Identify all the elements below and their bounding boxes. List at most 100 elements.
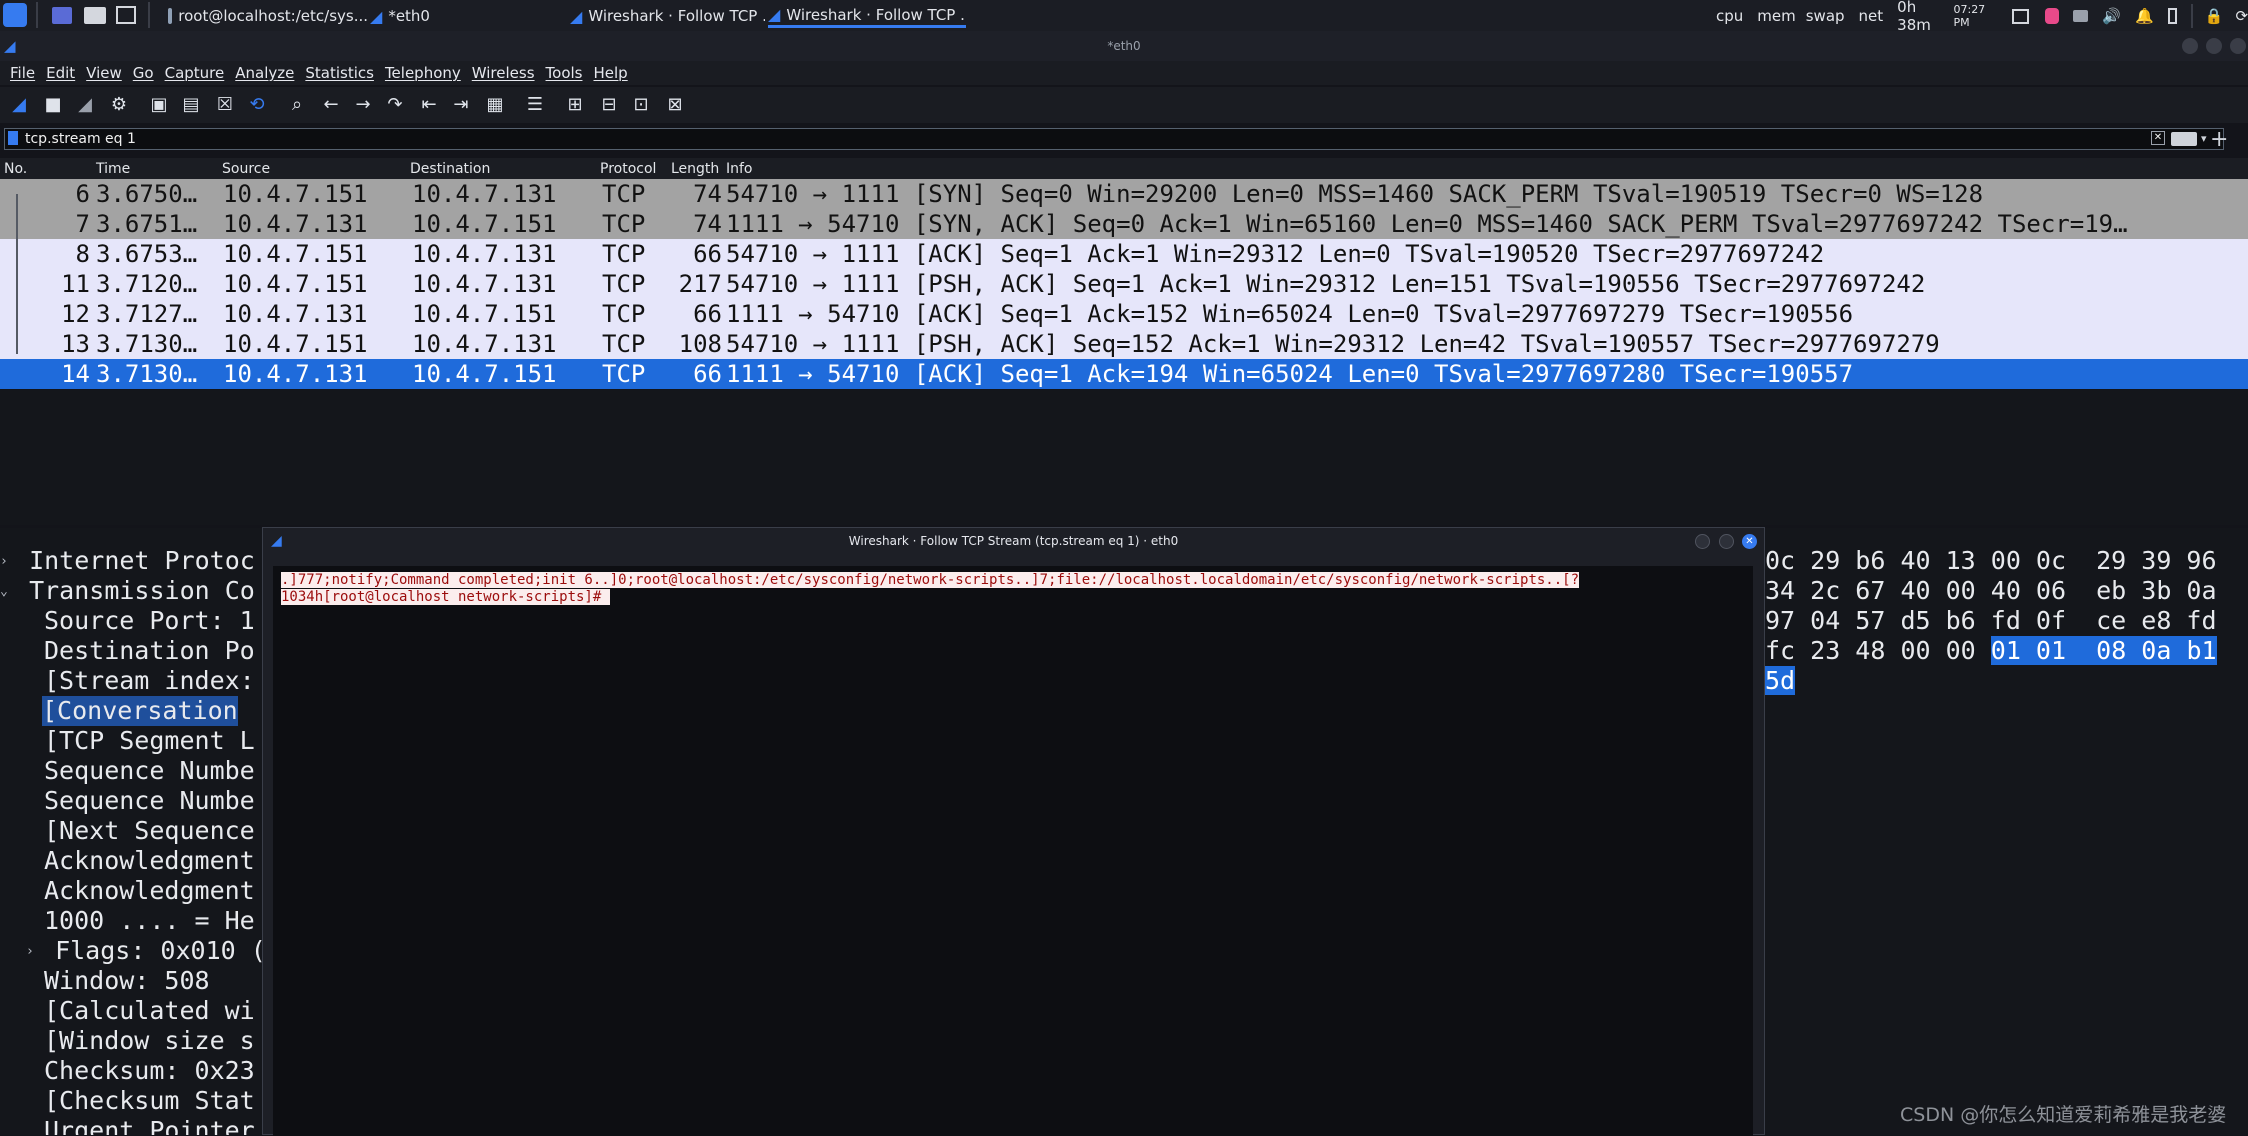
close-button[interactable]: ✕: [1742, 534, 1757, 549]
col-length[interactable]: Length: [671, 161, 719, 177]
open-file-icon[interactable]: ▣: [148, 94, 170, 116]
chevron-down-icon[interactable]: ▾: [2201, 129, 2207, 149]
tree-item[interactable]: Acknowledgment: [44, 876, 255, 906]
menu-help[interactable]: Help: [593, 64, 627, 82]
terminal-icon[interactable]: [116, 6, 136, 24]
app-icon[interactable]: [2044, 8, 2059, 24]
chevron-right-icon[interactable]: ›: [0, 547, 14, 577]
logout-icon[interactable]: ⟳: [2235, 7, 2248, 25]
kali-menu-icon[interactable]: [3, 3, 27, 27]
net-monitor[interactable]: net: [1859, 7, 1884, 25]
save-file-icon[interactable]: ▤: [180, 94, 202, 116]
menu-capture[interactable]: Capture: [165, 64, 225, 82]
volume-icon[interactable]: 🔊: [2102, 7, 2121, 25]
swap-monitor[interactable]: swap: [1806, 7, 1845, 25]
task-follow-stream-2[interactable]: ◢ Wireshark · Follow TCP ...: [768, 4, 966, 28]
battery-icon[interactable]: [2167, 8, 2177, 24]
apply-filter-icon[interactable]: [2171, 132, 2197, 146]
last-packet-icon[interactable]: ⇥: [450, 94, 472, 116]
col-source[interactable]: Source: [222, 161, 270, 177]
menu-tools[interactable]: Tools: [546, 64, 583, 82]
colorize-icon[interactable]: ☰: [524, 94, 546, 116]
zoom-out-icon[interactable]: ⊟: [598, 94, 620, 116]
tree-item-ip[interactable]: › Internet Protoc: [0, 546, 255, 576]
menu-go[interactable]: Go: [133, 64, 154, 82]
lock-icon[interactable]: 🔒: [2205, 7, 2224, 25]
minimize-button[interactable]: [1695, 534, 1710, 549]
zoom-in-icon[interactable]: ⊞: [564, 94, 586, 116]
tree-item[interactable]: Sequence Numbe: [44, 756, 255, 786]
bookmark-icon[interactable]: [8, 131, 18, 145]
chevron-down-icon[interactable]: ⌄: [0, 577, 14, 607]
folder-icon[interactable]: [84, 7, 106, 24]
mem-monitor[interactable]: mem: [1757, 7, 1795, 25]
display-filter-input[interactable]: tcp.stream eq 1 ✕ ▾: [4, 128, 2224, 150]
tree-item[interactable]: 1000 .... = He: [44, 906, 255, 936]
tree-item[interactable]: Acknowledgment: [44, 846, 255, 876]
stream-content-area[interactable]: [273, 566, 1753, 1136]
col-info[interactable]: Info: [726, 161, 753, 177]
packet-row[interactable]: 8 3.6753… 10.4.7.151 10.4.7.131 TCP 66 5…: [0, 239, 2248, 269]
tree-item-flags[interactable]: › Flags: 0x010 (: [26, 936, 262, 966]
menu-analyze[interactable]: Analyze: [235, 64, 294, 82]
notification-bell-icon[interactable]: 🔔: [2135, 7, 2154, 25]
col-protocol[interactable]: Protocol: [600, 161, 656, 177]
menu-view[interactable]: View: [86, 64, 122, 82]
keyboard-icon[interactable]: [2072, 10, 2089, 22]
auto-scroll-icon[interactable]: ▦: [484, 94, 506, 116]
task-follow-stream-1[interactable]: ◢ Wireshark · Follow TCP ...: [570, 4, 765, 28]
task-wireshark-main[interactable]: ◢ *eth0: [370, 4, 540, 28]
maximize-button[interactable]: [2206, 38, 2222, 54]
maximize-button[interactable]: [1719, 534, 1734, 549]
close-button[interactable]: [2230, 38, 2246, 54]
tree-item-tcp[interactable]: ⌄ Transmission Co: [0, 576, 255, 606]
restart-capture-icon[interactable]: ◢: [74, 94, 96, 116]
stop-capture-icon[interactable]: ■: [42, 94, 64, 116]
task-terminal[interactable]: root@localhost:/etc/sys...: [168, 4, 368, 28]
clear-filter-icon[interactable]: ✕: [2151, 131, 2165, 145]
cpu-monitor[interactable]: cpu: [1716, 7, 1743, 25]
packet-row[interactable]: 7 3.6751… 10.4.7.131 10.4.7.151 TCP 74 1…: [0, 209, 2248, 239]
capture-options-icon[interactable]: ⚙: [108, 94, 130, 116]
tree-item[interactable]: Destination Po: [44, 636, 255, 666]
close-file-icon[interactable]: ☒: [214, 94, 236, 116]
minimize-button[interactable]: [2182, 38, 2198, 54]
col-destination[interactable]: Destination: [410, 161, 490, 177]
go-forward-icon[interactable]: →: [352, 94, 374, 116]
bytes-line[interactable]: 97 04 57 d5 b6 fd 0f ce e8 fd: [1765, 606, 2217, 636]
add-filter-button[interactable]: +: [2210, 127, 2228, 152]
monitor-icon[interactable]: [2012, 8, 2029, 24]
tree-item[interactable]: [Next Sequence: [44, 816, 255, 846]
tree-item[interactable]: [Calculated wi: [44, 996, 255, 1026]
col-time[interactable]: Time: [96, 161, 130, 177]
tree-item[interactable]: [Stream index:: [44, 666, 255, 696]
col-no[interactable]: No.: [4, 161, 27, 177]
packet-row[interactable]: 11 3.7120… 10.4.7.151 10.4.7.131 TCP 217…: [0, 269, 2248, 299]
bytes-line[interactable]: 0c 29 b6 40 13 00 0c 29 39 96: [1765, 546, 2217, 576]
tree-item[interactable]: [Checksum Stat: [44, 1086, 255, 1116]
stream-text[interactable]: .]777;notify;Command completed;init 6..]…: [281, 572, 1751, 606]
bytes-line[interactable]: 34 2c 67 40 00 40 06 eb 3b 0a: [1765, 576, 2217, 606]
chevron-right-icon[interactable]: ›: [26, 937, 40, 967]
packet-row[interactable]: 12 3.7127… 10.4.7.131 10.4.7.151 TCP 66 …: [0, 299, 2248, 329]
tree-item[interactable]: [TCP Segment L: [44, 726, 255, 756]
normal-size-icon[interactable]: ⊡: [630, 94, 652, 116]
clock[interactable]: 07:27 PM: [1953, 3, 1998, 29]
menu-edit[interactable]: Edit: [46, 64, 75, 82]
desktop-icon[interactable]: [52, 7, 72, 24]
reload-file-icon[interactable]: ⟲: [246, 94, 268, 116]
go-to-packet-icon[interactable]: ↷: [384, 94, 406, 116]
tree-item[interactable]: Urgent Pointer: [44, 1116, 255, 1135]
packet-row[interactable]: 13 3.7130… 10.4.7.151 10.4.7.131 TCP 108…: [0, 329, 2248, 359]
bytes-line[interactable]: fc 23 48 00 00 01 01 08 0a b1: [1765, 636, 2217, 666]
menu-statistics[interactable]: Statistics: [305, 64, 374, 82]
resize-columns-icon[interactable]: ⊠: [664, 94, 686, 116]
first-packet-icon[interactable]: ⇤: [418, 94, 440, 116]
tree-item[interactable]: [Window size s: [44, 1026, 255, 1056]
packet-row-selected[interactable]: 14 3.7130… 10.4.7.131 10.4.7.151 TCP 66 …: [0, 359, 2248, 389]
bytes-line[interactable]: 5d: [1765, 666, 1796, 696]
menu-wireless[interactable]: Wireless: [472, 64, 535, 82]
start-capture-icon[interactable]: ◢: [8, 94, 30, 116]
tree-item-selected[interactable]: [Conversation: [42, 696, 238, 726]
go-back-icon[interactable]: ←: [320, 94, 342, 116]
